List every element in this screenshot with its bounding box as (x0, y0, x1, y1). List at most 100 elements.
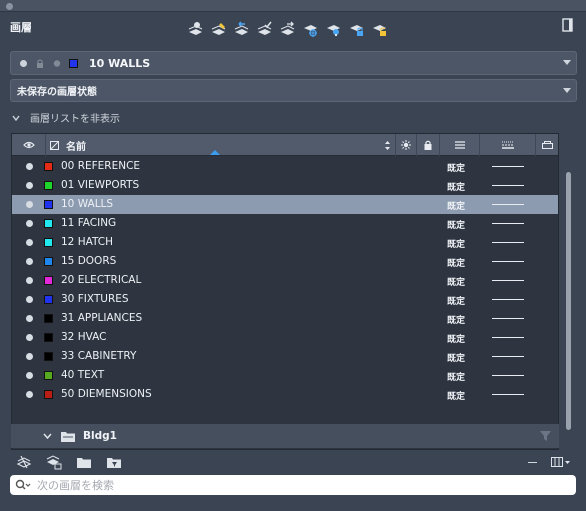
layer-linetype[interactable]: 既定 (447, 237, 465, 250)
layer-lineweight-line[interactable] (492, 185, 524, 186)
layer-linetype[interactable]: 既定 (447, 256, 465, 269)
layer-lineweight-line[interactable] (492, 356, 524, 357)
match-layer-button[interactable] (209, 20, 228, 38)
visibility-toggle-icon[interactable] (26, 163, 33, 170)
layer-previous-button[interactable] (232, 20, 251, 38)
layer-color-swatch[interactable] (44, 238, 53, 247)
layer-linetype[interactable]: 既定 (447, 218, 465, 231)
layer-search-input[interactable] (37, 478, 537, 492)
layer-row[interactable]: 33 CABINETRY 既定 (12, 347, 558, 366)
layer-row[interactable]: 12 HATCH 既定 (12, 233, 558, 252)
layer-color-swatch[interactable] (44, 371, 53, 380)
layer-color-swatch[interactable] (44, 200, 53, 209)
layer-linetype[interactable]: 既定 (447, 199, 465, 212)
layer-lineweight-line[interactable] (492, 242, 524, 243)
column-lock[interactable] (417, 134, 440, 156)
layer-row[interactable]: 30 FIXTURES 既定 (12, 290, 558, 309)
visibility-toggle-icon[interactable] (26, 258, 33, 265)
layer-lineweight-line[interactable] (492, 280, 524, 281)
visibility-toggle-icon[interactable] (26, 182, 33, 189)
layer-lineweight-line[interactable] (492, 299, 524, 300)
layer-lineweight-line[interactable] (492, 337, 524, 338)
layer-color-swatch[interactable] (44, 333, 53, 342)
layer-row[interactable]: 40 TEXT 既定 (12, 366, 558, 385)
column-freeze[interactable] (396, 134, 417, 156)
visibility-toggle-icon[interactable] (26, 315, 33, 322)
layer-group-row[interactable]: Bldg1 (11, 424, 559, 448)
column-lineweight[interactable] (480, 134, 536, 156)
search-icon[interactable] (15, 479, 31, 491)
layer-row[interactable]: 01 VIEWPORTS 既定 (12, 176, 558, 195)
layer-state-dropdown[interactable]: 未保存の画層状態 (10, 79, 577, 102)
layer-linetype[interactable]: 既定 (447, 370, 465, 383)
visibility-toggle-icon[interactable] (26, 353, 33, 360)
layer-lineweight-line[interactable] (492, 204, 524, 205)
layer-name: 01 VIEWPORTS (61, 179, 140, 191)
layer-unlock-button[interactable] (370, 20, 389, 38)
layer-lineweight-line[interactable] (492, 318, 524, 319)
window-close-button[interactable] (6, 3, 13, 10)
layer-linetype[interactable]: 既定 (447, 313, 465, 326)
layer-linetype[interactable]: 既定 (447, 351, 465, 364)
column-visibility[interactable] (12, 134, 46, 156)
dock-panel-button[interactable] (561, 18, 575, 32)
minus-icon[interactable] (528, 462, 537, 463)
layer-color-swatch[interactable] (44, 390, 53, 399)
layer-row[interactable]: 15 DOORS 既定 (12, 252, 558, 271)
layer-linetype[interactable]: 既定 (447, 389, 465, 402)
layer-unisolate-button[interactable] (278, 20, 297, 38)
layer-linetype[interactable]: 既定 (447, 275, 465, 288)
layer-lineweight-line[interactable] (492, 166, 524, 167)
layer-row[interactable]: 00 REFERENCE 既定 (12, 157, 558, 176)
layer-linetype[interactable]: 既定 (447, 332, 465, 345)
layer-color-swatch[interactable] (44, 162, 53, 171)
column-settings-button[interactable] (551, 456, 571, 468)
layer-lineweight-line[interactable] (492, 223, 524, 224)
visibility-toggle-icon[interactable] (26, 201, 33, 208)
layer-linetype[interactable]: 既定 (447, 180, 465, 193)
layer-color-swatch[interactable] (44, 219, 53, 228)
layer-lock-button[interactable] (347, 20, 366, 38)
chevron-down-icon[interactable] (43, 432, 52, 440)
layer-color-swatch[interactable] (44, 314, 53, 323)
layer-row[interactable]: 50 DIEMENSIONS 既定 (12, 385, 558, 404)
visibility-toggle-icon[interactable] (26, 277, 33, 284)
filter-icon[interactable] (540, 431, 551, 441)
layer-row[interactable]: 32 HVAC 既定 (12, 328, 558, 347)
layer-isolate-button[interactable] (255, 20, 274, 38)
new-group-filter-button[interactable] (76, 455, 92, 470)
layer-lineweight-line[interactable] (492, 394, 524, 395)
layer-properties-button[interactable] (16, 455, 32, 470)
layer-color-swatch[interactable] (44, 276, 53, 285)
layer-lineweight-line[interactable] (492, 375, 524, 376)
visibility-toggle-icon[interactable] (26, 220, 33, 227)
layer-list-scrollbar[interactable] (566, 172, 571, 430)
layer-color-swatch[interactable] (44, 181, 53, 190)
visibility-toggle-icon[interactable] (26, 239, 33, 246)
layer-freeze-button[interactable] (301, 20, 320, 38)
new-layer-button[interactable] (186, 20, 205, 38)
layer-lineweight-line[interactable] (492, 261, 524, 262)
new-property-filter-button[interactable] (106, 455, 122, 470)
layer-color-swatch[interactable] (44, 257, 53, 266)
visibility-toggle-icon[interactable] (26, 372, 33, 379)
current-layer-dropdown[interactable]: 10 WALLS (10, 51, 577, 75)
layer-row[interactable]: 20 ELECTRICAL 既定 (12, 271, 558, 290)
column-plot[interactable] (536, 134, 558, 156)
visibility-toggle-icon[interactable] (26, 391, 33, 398)
column-linetype[interactable] (440, 134, 480, 156)
visibility-toggle-icon[interactable] (26, 334, 33, 341)
layer-group-filter-button[interactable] (46, 455, 62, 470)
layer-row[interactable]: 11 FACING 既定 (12, 214, 558, 233)
layer-color-swatch[interactable] (44, 352, 53, 361)
layer-name: 11 FACING (61, 217, 117, 229)
layer-color-swatch[interactable] (44, 295, 53, 304)
layer-row[interactable]: 31 APPLIANCES 既定 (12, 309, 558, 328)
visibility-toggle-icon[interactable] (26, 296, 33, 303)
layer-off-button[interactable] (324, 20, 343, 38)
hide-layer-list-toggle[interactable]: 画層リストを非表示 (12, 110, 120, 125)
layer-linetype[interactable]: 既定 (447, 161, 465, 174)
layer-row[interactable]: 10 WALLS 既定 (12, 195, 558, 214)
column-name[interactable]: 名前 (46, 134, 396, 156)
layer-linetype[interactable]: 既定 (447, 294, 465, 307)
